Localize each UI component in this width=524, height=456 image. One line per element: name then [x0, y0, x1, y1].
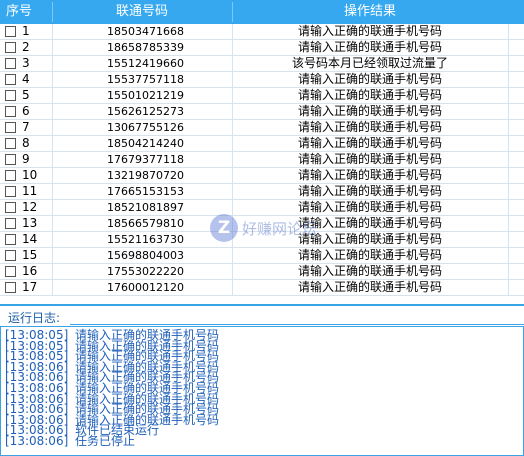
log-output[interactable]: [13:08:05] 请输入正确的联通手机号码 [13:08:05] 请输入正确的联通…: [0, 326, 524, 456]
table-row[interactable]: 16 17553022220 请输入正确的联通手机号码: [0, 264, 524, 280]
row-index: 7: [22, 120, 30, 134]
log-message: 任务已停止: [75, 434, 136, 448]
row-result: 请输入正确的联通手机号码: [297, 152, 442, 166]
log-title: 运行日志:: [8, 311, 61, 325]
row-index: 17: [22, 280, 38, 294]
row-index: 1: [22, 24, 30, 38]
row-result: 请输入正确的联通手机号码: [297, 72, 442, 86]
table-row[interactable]: 14 15521163730 请输入正确的联通手机号码: [0, 232, 524, 248]
table-row[interactable]: 9 17679377118 请输入正确的联通手机号码: [0, 152, 524, 168]
cell-divider: [508, 200, 509, 216]
table-row[interactable]: 15 15698804003 请输入正确的联通手机号码: [0, 248, 524, 264]
table-row[interactable]: 2 18658785339 请输入正确的联通手机号码: [0, 40, 524, 56]
row-index: 6: [22, 104, 30, 118]
row-index: 9: [22, 152, 30, 166]
column-header-result[interactable]: 操作结果: [232, 0, 508, 24]
log-header-divider: [70, 324, 524, 325]
row-index: 13: [22, 216, 38, 230]
column-header-phone[interactable]: 联通号码: [52, 0, 232, 24]
table-row[interactable]: 10 13219870720 请输入正确的联通手机号码: [0, 168, 524, 184]
row-phone: 17665153153: [107, 185, 184, 198]
row-result: 请输入正确的联通手机号码: [297, 280, 442, 294]
app-window: 序号 联通号码 操作结果 1 18503471668 请输入正确的联通手机号码 2 18…: [0, 0, 524, 456]
cell-divider: [508, 24, 509, 40]
row-index: 4: [22, 72, 30, 86]
row-result: 请输入正确的联通手机号码: [297, 264, 442, 278]
row-result: 该号码本月已经领取过流量了: [291, 56, 448, 70]
row-result: 请输入正确的联通手机号码: [297, 136, 442, 150]
phone-results-table[interactable]: 序号 联通号码 操作结果 1 18503471668 请输入正确的联通手机号码 2 18…: [0, 0, 524, 302]
row-index: 2: [22, 40, 30, 54]
log-panel-header: 运行日志:: [0, 304, 524, 326]
row-index: 16: [22, 264, 38, 278]
row-phone: 18521081897: [107, 201, 184, 214]
row-result: 请输入正确的联通手机号码: [297, 104, 442, 118]
cell-divider: [508, 136, 509, 152]
row-result: 请输入正确的联通手机号码: [297, 216, 442, 230]
row-phone: 17600012120: [107, 281, 184, 294]
table-row[interactable]: 7 13067755126 请输入正确的联通手机号码: [0, 120, 524, 136]
log-timestamp: [13:08:06]: [5, 434, 69, 448]
row-phone: 15698804003: [107, 249, 184, 262]
row-index: 12: [22, 200, 38, 214]
row-result: 请输入正确的联通手机号码: [297, 248, 442, 262]
row-phone: 15501021219: [107, 89, 184, 102]
table-row[interactable]: 6 15626125273 请输入正确的联通手机号码: [0, 104, 524, 120]
row-phone: 15537757118: [107, 73, 184, 86]
cell-divider: [508, 248, 509, 264]
cell-divider: [508, 168, 509, 184]
row-index: 15: [22, 248, 38, 262]
row-phone: 17679377118: [107, 153, 184, 166]
table-row[interactable]: 5 15501021219 请输入正确的联通手机号码: [0, 88, 524, 104]
table-row[interactable]: 13 18566579810 请输入正确的联通手机号码: [0, 216, 524, 232]
log-entry: [13:08:06] 任务已停止: [5, 434, 136, 448]
cell-divider: [508, 104, 509, 120]
row-index: 5: [22, 88, 30, 102]
table-row[interactable]: 4 15537757118 请输入正确的联通手机号码: [0, 72, 524, 88]
cell-divider: [508, 120, 509, 136]
table-header: 序号 联通号码 操作结果: [0, 0, 524, 24]
row-index: 14: [22, 232, 38, 246]
row-phone: 17553022220: [107, 265, 184, 278]
cell-divider: [508, 152, 509, 168]
row-phone: 18658785339: [107, 41, 184, 54]
cell-divider: [508, 40, 509, 56]
row-index: 10: [22, 168, 38, 182]
cell-divider: [508, 264, 509, 280]
row-phone: 13219870720: [107, 169, 184, 182]
column-header-index[interactable]: 序号: [0, 0, 52, 24]
cell-divider: [508, 280, 509, 296]
table-row[interactable]: 11 17665153153 请输入正确的联通手机号码: [0, 184, 524, 200]
cell-divider: [508, 56, 509, 72]
row-index: 8: [22, 136, 30, 150]
row-result: 请输入正确的联通手机号码: [297, 200, 442, 214]
row-result: 请输入正确的联通手机号码: [297, 24, 442, 38]
table-row[interactable]: 12 18521081897 请输入正确的联通手机号码: [0, 200, 524, 216]
row-result: 请输入正确的联通手机号码: [297, 184, 442, 198]
row-result: 请输入正确的联通手机号码: [297, 168, 442, 182]
table-row[interactable]: 3 15512419660 该号码本月已经领取过流量了: [0, 56, 524, 72]
table-row[interactable]: 17 17600012120 请输入正确的联通手机号码: [0, 280, 524, 296]
row-result: 请输入正确的联通手机号码: [297, 120, 442, 134]
cell-divider: [508, 88, 509, 104]
row-result: 请输入正确的联通手机号码: [297, 232, 442, 246]
row-phone: 18566579810: [107, 217, 184, 230]
cell-divider: [508, 232, 509, 248]
row-index: 11: [22, 184, 38, 198]
row-phone: 15521163730: [107, 233, 184, 246]
row-index: 3: [22, 56, 30, 70]
row-result: 请输入正确的联通手机号码: [297, 88, 442, 102]
row-phone: 15626125273: [107, 105, 184, 118]
cell-divider: [508, 216, 509, 232]
row-result: 请输入正确的联通手机号码: [297, 40, 442, 54]
cell-divider: [508, 72, 509, 88]
table-row[interactable]: 8 18504214240 请输入正确的联通手机号码: [0, 136, 524, 152]
cell-divider: [508, 184, 509, 200]
table-body: 1 18503471668 请输入正确的联通手机号码 2 18658785339 请输入正…: [0, 24, 524, 302]
row-phone: 13067755126: [107, 121, 184, 134]
row-phone: 15512419660: [107, 57, 184, 70]
row-phone: 18503471668: [107, 25, 184, 38]
table-row[interactable]: 1 18503471668 请输入正确的联通手机号码: [0, 24, 524, 40]
row-phone: 18504214240: [107, 137, 184, 150]
